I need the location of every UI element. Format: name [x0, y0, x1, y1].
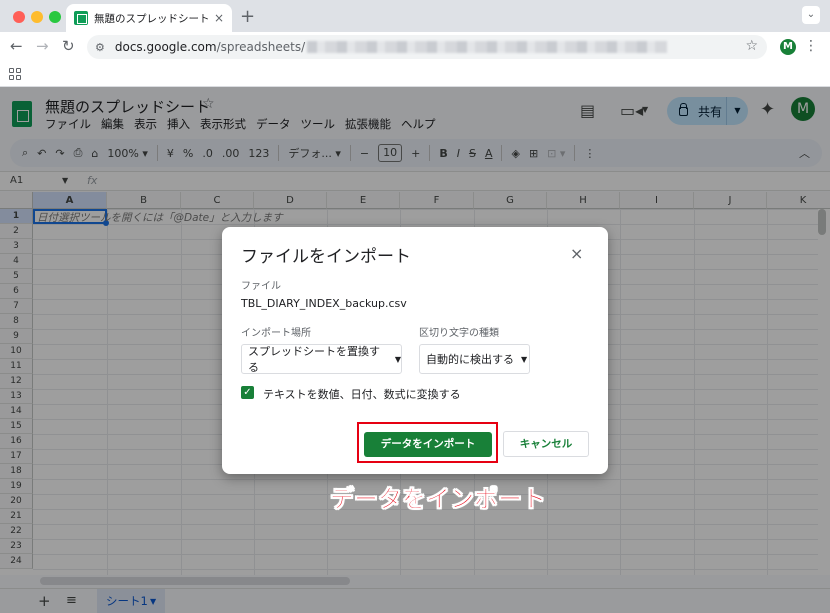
url-path: /spreadsheets/ [216, 40, 306, 54]
import-location-label: インポート場所 [241, 328, 311, 339]
cancel-button[interactable]: キャンセル [503, 431, 589, 457]
minimize-window-button[interactable] [31, 11, 43, 23]
convert-text-label[interactable]: テキストを数値、日付、数式に変換する [263, 386, 461, 402]
separator-type-value: 自動的に検出する [426, 353, 514, 366]
annotation-label: データをインポート [330, 485, 547, 514]
browser-tab-strip: 無題のスプレッドシート - Google × + ⌄ [0, 0, 830, 32]
highlight-box [357, 422, 498, 463]
site-info-icon[interactable]: ⚙ [95, 41, 105, 54]
separator-type-label: 区切り文字の種類 [419, 328, 499, 339]
file-label: ファイル [241, 281, 281, 292]
chrome-menu-icon[interactable]: ⋮ [804, 38, 818, 54]
address-bar: ← → ↻ ⚙ docs.google.com/spreadsheets/ ☆ … [0, 32, 830, 62]
bookmark-star-icon[interactable]: ☆ [745, 38, 758, 54]
browser-tab[interactable]: 無題のスプレッドシート - Google × [66, 4, 232, 32]
chevron-down-icon: ▼ [521, 354, 528, 364]
url-redacted [307, 41, 668, 53]
url-omnibox[interactable]: ⚙ docs.google.com/spreadsheets/ [87, 35, 767, 59]
chevron-down-icon: ▼ [394, 354, 401, 364]
tab-title: 無題のスプレッドシート - Google [94, 12, 210, 25]
import-location-value: スプレッドシートを置換する [248, 345, 380, 374]
tab-search-chevron-icon[interactable]: ⌄ [802, 6, 820, 24]
file-name: TBL_DIARY_INDEX_backup.csv [241, 297, 407, 310]
close-window-button[interactable] [13, 11, 25, 23]
close-icon[interactable]: × [570, 244, 583, 263]
separator-type-dropdown[interactable]: 自動的に検出する ▼ [419, 344, 530, 374]
apps-grid-icon[interactable] [9, 68, 21, 80]
url-host: docs.google.com [114, 40, 217, 54]
forward-arrow-icon[interactable]: → [36, 37, 49, 55]
dialog-title: ファイルをインポート [241, 247, 411, 267]
maximize-window-button[interactable] [49, 11, 61, 23]
tab-close-icon[interactable]: × [214, 11, 224, 25]
chrome-profile-avatar[interactable]: M [780, 39, 796, 55]
back-arrow-icon[interactable]: ← [10, 37, 23, 55]
sheets-favicon-icon [74, 11, 88, 25]
convert-text-checkbox[interactable]: ✓ [241, 386, 254, 399]
reload-icon[interactable]: ↻ [62, 37, 75, 55]
import-location-dropdown[interactable]: スプレッドシートを置換する ▼ [241, 344, 402, 374]
bookmarks-bar [0, 62, 830, 87]
new-tab-button[interactable]: + [240, 6, 255, 27]
